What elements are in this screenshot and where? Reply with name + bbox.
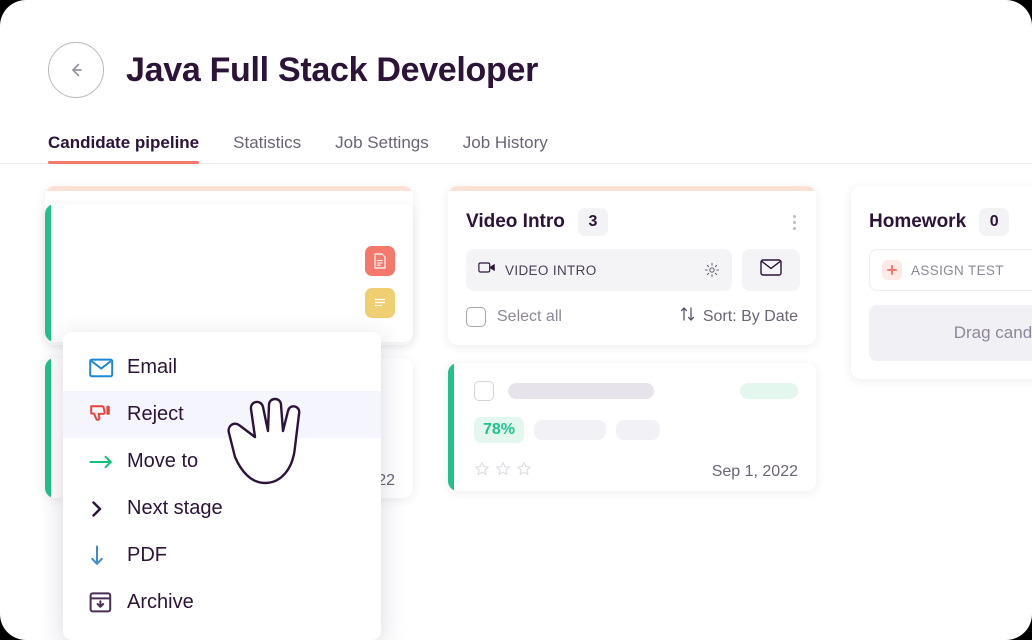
menu-item-label: PDF (127, 544, 167, 567)
column-homework: Homework 0 ASSIGN TEST Drag candidates h… (851, 186, 1032, 640)
column-title-row: Video Intro 3 (448, 191, 816, 236)
candidate-meta-placeholder-1 (534, 420, 606, 440)
archive-box-icon (89, 591, 121, 614)
column-menu-button[interactable] (789, 211, 800, 234)
candidate-card-hidden-1[interactable] (45, 204, 413, 342)
sort-icon (680, 306, 695, 327)
star-icon[interactable] (516, 461, 532, 482)
select-all-checkbox[interactable] (466, 307, 486, 327)
candidate-status-bar (45, 204, 51, 342)
sort-control[interactable]: Sort: By Date (680, 306, 798, 327)
star-icon[interactable] (474, 461, 490, 482)
drag-candidates-dropzone[interactable]: Drag candidates here (869, 305, 1032, 361)
candidate-tag-placeholder (740, 383, 798, 399)
assign-test-label: ASSIGN TEST (911, 263, 1004, 278)
column-select-row: Select all Sort: By Date (448, 291, 816, 327)
column-actions: VIDEO INTRO (448, 236, 816, 291)
test-chip-video-intro[interactable]: VIDEO INTRO (466, 249, 732, 291)
tab-bar: Candidate pipeline Statistics Job Settin… (0, 124, 1032, 164)
candidate-name-placeholder (508, 383, 654, 399)
candidate-meta-placeholder-2 (616, 420, 660, 440)
menu-item-label: Next stage (127, 497, 223, 520)
candidate-status-bar (448, 363, 454, 491)
column-title-row: Homework 0 (851, 191, 1032, 236)
candidate-checkbox[interactable] (474, 381, 494, 401)
arrow-down-icon (89, 544, 121, 568)
title-row: Java Full Stack Developer (0, 0, 1032, 98)
column-actions: ASSIGN TEST (851, 236, 1032, 291)
menu-item-email[interactable]: Email (63, 344, 381, 391)
tab-statistics[interactable]: Statistics (233, 133, 301, 163)
candidate-body: 78% (448, 363, 816, 482)
candidate-footer-row: Sep 1, 2022 (474, 461, 798, 482)
menu-item-label: Move to (127, 450, 198, 473)
column-title: Video Intro (466, 211, 565, 233)
notes-badge-icon (365, 288, 395, 318)
app-root: Java Full Stack Developer Candidate pipe… (0, 0, 1032, 640)
tab-job-settings[interactable]: Job Settings (335, 133, 429, 163)
column-video-intro: Video Intro 3 VIDEO INTRO (448, 186, 816, 640)
candidate-date: Sep 1, 2022 (712, 463, 798, 481)
column-title: Homework (869, 211, 966, 233)
column-count-badge: 0 (979, 208, 1009, 236)
tab-candidate-pipeline[interactable]: Candidate pipeline (48, 133, 199, 163)
star-icon[interactable] (495, 461, 511, 482)
menu-item-pdf[interactable]: PDF (63, 532, 381, 579)
envelope-icon (89, 358, 121, 378)
test-chip-label: VIDEO INTRO (505, 263, 597, 278)
menu-item-archive[interactable]: Archive (63, 579, 381, 626)
menu-item-next-stage[interactable]: Next stage (63, 485, 381, 532)
column-header-homework: Homework 0 ASSIGN TEST Drag candidates h… (851, 186, 1032, 379)
page-header: Java Full Stack Developer Candidate pipe… (0, 0, 1032, 164)
chevron-right-icon (89, 499, 121, 519)
back-button[interactable] (48, 42, 104, 98)
select-all-label: Select all (497, 308, 562, 326)
menu-item-label: Archive (127, 591, 194, 614)
candidate-status-bar (45, 358, 51, 498)
candidate-score-badge: 78% (474, 417, 524, 443)
plus-icon (882, 260, 902, 280)
bulk-actions-dropdown: Email Reject Move to (63, 332, 381, 640)
email-button[interactable] (742, 249, 800, 291)
menu-item-label: Email (127, 356, 177, 379)
gear-icon[interactable] (704, 262, 720, 278)
sort-label: Sort: By Date (703, 308, 798, 326)
thumbs-down-icon (89, 404, 121, 426)
menu-item-reject[interactable]: Reject (63, 391, 381, 438)
arrow-left-icon (65, 59, 87, 81)
candidate-score-row: 78% (474, 417, 798, 443)
document-badge-icon (365, 246, 395, 276)
menu-item-move-to[interactable]: Move to (63, 438, 381, 485)
assign-test-button[interactable]: ASSIGN TEST (869, 249, 1032, 291)
menu-item-label: Reject (127, 403, 184, 426)
candidate-top-row (474, 381, 798, 401)
video-camera-icon (478, 261, 496, 279)
arrow-right-icon (89, 454, 121, 470)
column-header-video-intro: Video Intro 3 VIDEO INTRO (448, 186, 816, 345)
candidate-rating[interactable] (474, 461, 532, 482)
envelope-icon (760, 259, 782, 281)
tab-job-history[interactable]: Job History (463, 133, 548, 163)
page-title: Java Full Stack Developer (126, 51, 538, 90)
candidate-card[interactable]: 78% (448, 363, 816, 491)
column-count-badge: 3 (578, 208, 608, 236)
